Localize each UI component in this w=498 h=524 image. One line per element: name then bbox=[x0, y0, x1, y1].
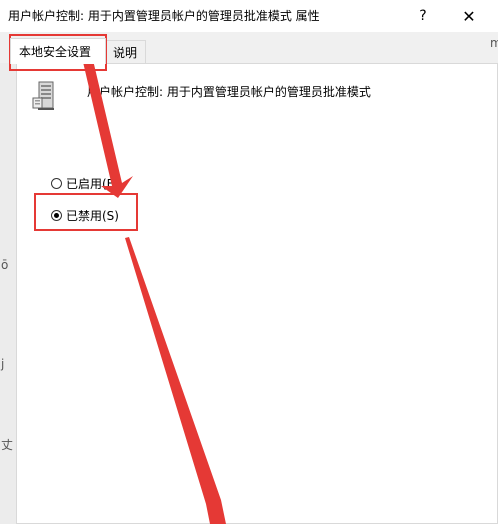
close-icon: ✕ bbox=[462, 6, 476, 26]
tab-local-security-setting[interactable]: 本地安全设置 bbox=[10, 38, 106, 64]
tab-label: 本地安全设置 bbox=[19, 45, 92, 59]
help-button[interactable]: ? bbox=[400, 0, 446, 32]
dialog-title: 用户帐户控制: 用于内置管理员帐户的管理员批准模式 属性 bbox=[8, 9, 320, 23]
server-icon bbox=[32, 81, 54, 110]
annotation-highlight-radio bbox=[34, 193, 138, 231]
tab-explain[interactable]: 说明 bbox=[104, 40, 146, 64]
radio-circle[interactable] bbox=[51, 178, 62, 189]
bg-glyph: j bbox=[1, 357, 5, 371]
bg-glyph: ō bbox=[1, 258, 9, 272]
policy-title: 用户帐户控制: 用于内置管理员帐户的管理员批准模式 bbox=[87, 85, 371, 99]
dialog-titlebar: 用户帐户控制: 用于内置管理员帐户的管理员批准模式 属性 ? ✕ bbox=[0, 0, 498, 32]
tab-label: 说明 bbox=[113, 46, 138, 60]
bg-glyph: 丈 bbox=[1, 438, 14, 452]
background-window-left bbox=[0, 63, 16, 524]
close-button[interactable]: ✕ bbox=[446, 0, 492, 32]
tab-panel bbox=[16, 63, 498, 524]
radio-label: 已启用(E) bbox=[66, 177, 119, 191]
radio-enabled[interactable]: 已启用(E) bbox=[51, 175, 119, 192]
